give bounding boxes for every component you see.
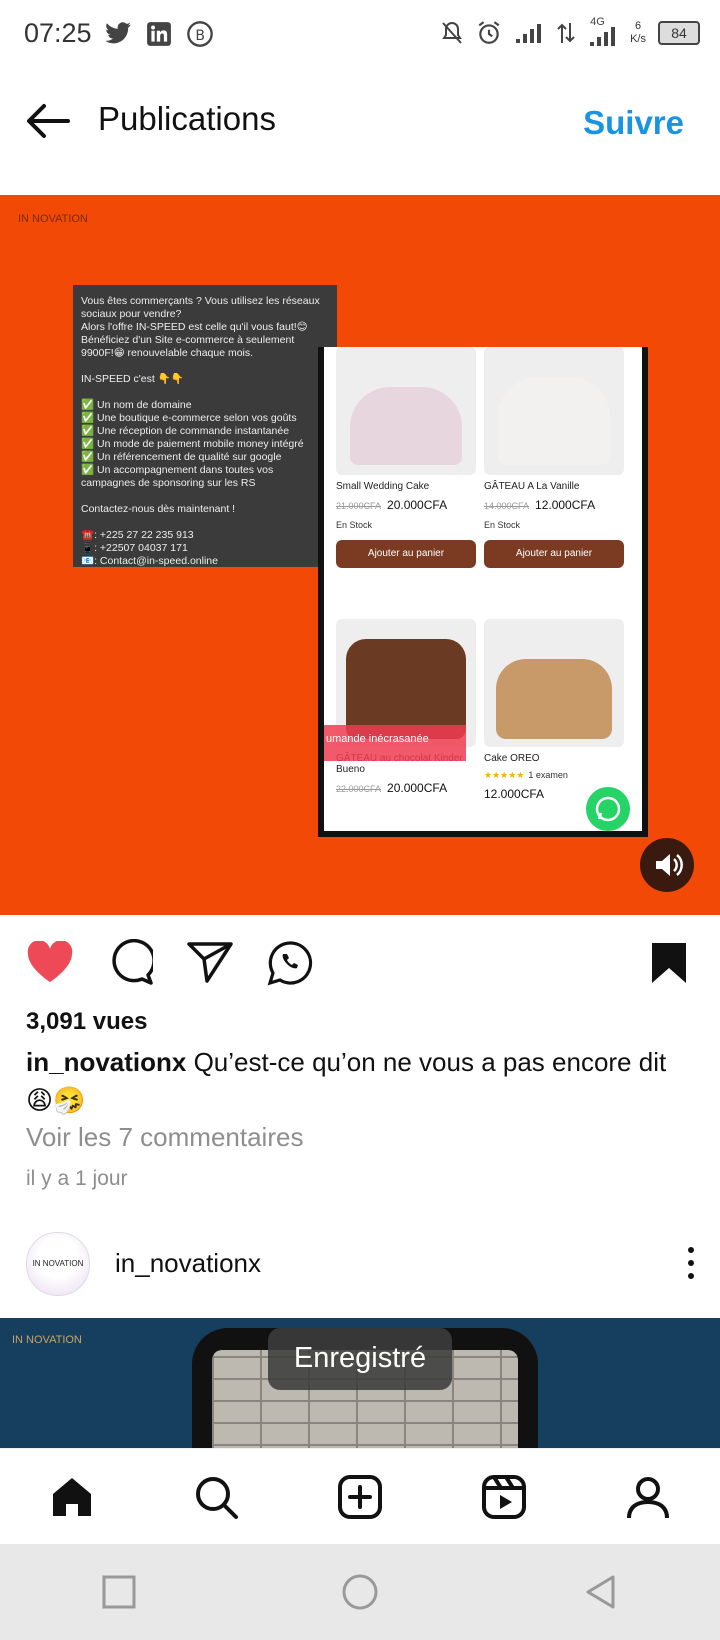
whatsapp-share-icon[interactable] <box>266 939 314 987</box>
product-stock: En Stock <box>484 520 521 530</box>
post-header: IN NOVATION in_novationx <box>0 1228 720 1308</box>
avatar[interactable]: IN NOVATION <box>26 1232 90 1296</box>
signal-4g-icon: 4G <box>588 16 618 48</box>
svg-text:B: B <box>195 28 205 44</box>
signal-icon <box>516 24 542 43</box>
add-to-cart-button: Ajouter au panier <box>484 540 624 568</box>
battery-indicator: 84 <box>658 21 700 45</box>
nav-create[interactable] <box>330 1467 390 1527</box>
reels-icon <box>482 1475 526 1519</box>
product-image <box>484 619 624 747</box>
nav-profile[interactable] <box>618 1467 678 1527</box>
net-speed: 6 K/s <box>630 20 646 46</box>
shop-screenshot: Small Wedding Cake 21.000CFA 20.000CFA En… <box>318 347 648 837</box>
back-arrow-icon[interactable] <box>24 100 72 142</box>
product-image <box>336 347 476 475</box>
view-count: 3,091 vues <box>26 1008 148 1035</box>
home-circle-icon[interactable] <box>340 1572 380 1612</box>
bottom-nav <box>0 1448 720 1545</box>
product-card: GÂTEAU au chocolat Kinder Bueno 22.000CF… <box>336 619 478 795</box>
product-rating: ★★★★★ 1 examen <box>484 770 568 780</box>
recents-icon[interactable] <box>101 1574 137 1610</box>
product-price: 22.000CFA 20.000CFA <box>336 781 448 795</box>
post-timestamp: il y a 1 jour <box>26 1167 128 1190</box>
add-to-cart-button: Ajouter au panier <box>336 540 476 568</box>
share-send-icon[interactable] <box>187 941 233 983</box>
mute-icon <box>442 21 462 44</box>
brand-logo: IN NOVATION <box>12 1334 82 1346</box>
data-arrows-icon <box>557 23 575 43</box>
comment-icon[interactable] <box>107 939 153 985</box>
post-caption: in_novationx Qu’est-ce qu’on ne vous a p… <box>26 1043 696 1119</box>
post-actions <box>0 915 720 1009</box>
page-title: Publications <box>98 100 276 137</box>
nav-search[interactable] <box>186 1467 246 1527</box>
bookmark-saved-icon[interactable] <box>650 941 688 985</box>
volume-button[interactable] <box>640 838 694 892</box>
product-price: 14.000CFA 12.000CFA <box>484 498 596 512</box>
whatsapp-float-icon <box>586 787 630 831</box>
net-speed-unit: K/s <box>630 33 646 45</box>
promo-text-card: Vous êtes commerçants ? Vous utilisez le… <box>73 285 337 567</box>
view-comments-link[interactable]: Voir les 7 commentaires <box>26 1122 303 1153</box>
create-icon <box>338 1475 382 1519</box>
product-price: 21.000CFA 20.000CFA <box>336 498 448 512</box>
profile-icon <box>627 1477 669 1519</box>
brand-logo: IN NOVATION <box>18 213 88 225</box>
product-card: Cake OREO ★★★★★ 1 examen 12.000CFA <box>484 619 626 801</box>
product-name: Cake OREO <box>484 753 540 764</box>
top-header: Publications Suivre <box>0 72 720 168</box>
twitter-icon <box>105 22 131 44</box>
status-time: 07:25 <box>24 18 92 48</box>
product-image <box>484 347 624 475</box>
status-right: 4G 6 K/s 84 <box>440 16 700 48</box>
alarm-icon <box>478 21 500 44</box>
caption-username[interactable]: in_novationx <box>26 1047 186 1077</box>
system-nav-bar <box>0 1544 720 1640</box>
search-icon <box>196 1477 238 1519</box>
like-heart-icon[interactable] <box>26 941 74 983</box>
saved-toast: Enregistré <box>268 1328 452 1390</box>
product-stock: En Stock <box>336 520 373 530</box>
product-name: GÂTEAU A La Vanille <box>484 481 580 492</box>
nav-reels[interactable] <box>474 1467 534 1527</box>
status-left-icons: B <box>104 20 214 48</box>
volume-icon <box>656 854 683 876</box>
b-circle-icon: B <box>187 21 213 47</box>
sale-strip: umande inécrasanée <box>324 725 466 761</box>
home-icon <box>53 1478 91 1516</box>
post-media[interactable]: IN NOVATION Vous êtes commerçants ? Vous… <box>0 195 720 915</box>
net-speed-value: 6 <box>634 20 642 32</box>
follow-button[interactable]: Suivre <box>583 104 684 142</box>
nav-home[interactable] <box>42 1467 102 1527</box>
more-options-icon[interactable] <box>684 1246 698 1280</box>
product-card: Small Wedding Cake 21.000CFA 20.000CFA En… <box>336 347 478 568</box>
product-card: GÂTEAU A La Vanille 14.000CFA 12.000CFA E… <box>484 347 626 568</box>
post-username[interactable]: in_novationx <box>115 1248 261 1279</box>
status-bar: 07:25 B 4G 6 K/s 84 <box>0 0 720 72</box>
back-triangle-icon[interactable] <box>583 1574 619 1610</box>
product-name: Small Wedding Cake <box>336 481 430 492</box>
linkedin-icon <box>147 22 171 46</box>
